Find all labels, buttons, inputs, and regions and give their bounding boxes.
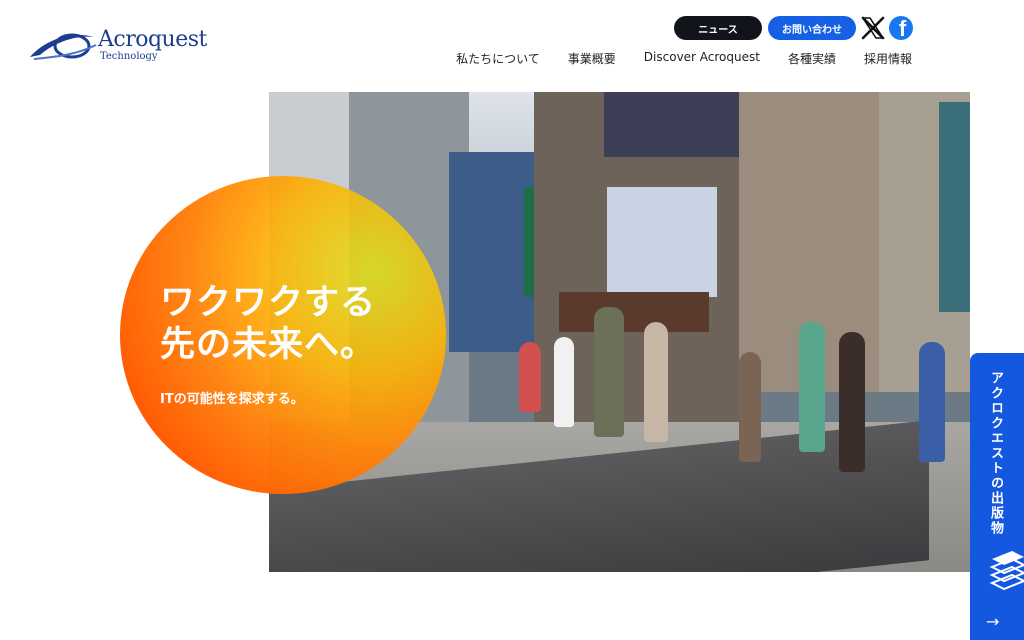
nav-item-about[interactable]: 私たちについて	[456, 50, 540, 67]
news-button[interactable]: ニュース	[674, 16, 762, 40]
logo-swirl-icon	[30, 33, 97, 60]
nav-item-discover[interactable]: Discover Acroquest	[644, 50, 760, 67]
nav-item-business[interactable]: 事業概要	[568, 50, 616, 67]
books-icon	[989, 551, 1024, 591]
facebook-icon[interactable]: f	[889, 16, 913, 40]
nav-item-recruit[interactable]: 採用情報	[864, 50, 912, 67]
logo-subtitle: Technology	[100, 51, 158, 62]
x-icon[interactable]	[860, 15, 886, 41]
acroquest-logo[interactable]: Acroquest Technology	[28, 26, 228, 66]
hero-title: ワクワクする 先の未来へ。	[160, 283, 377, 365]
hero-subtitle: ITの可能性を探求する。	[160, 392, 304, 407]
logo-name: Acroquest	[98, 27, 207, 52]
arrow-right-icon[interactable]: →	[986, 612, 999, 631]
contact-button[interactable]: お問い合わせ	[768, 16, 856, 40]
nav-item-achievements[interactable]: 各種実績	[788, 50, 836, 67]
publications-label: アクロクエストの出版物	[988, 371, 1003, 536]
main-nav: 私たちについて 事業概要 Discover Acroquest 各種実績 採用情…	[456, 50, 912, 67]
